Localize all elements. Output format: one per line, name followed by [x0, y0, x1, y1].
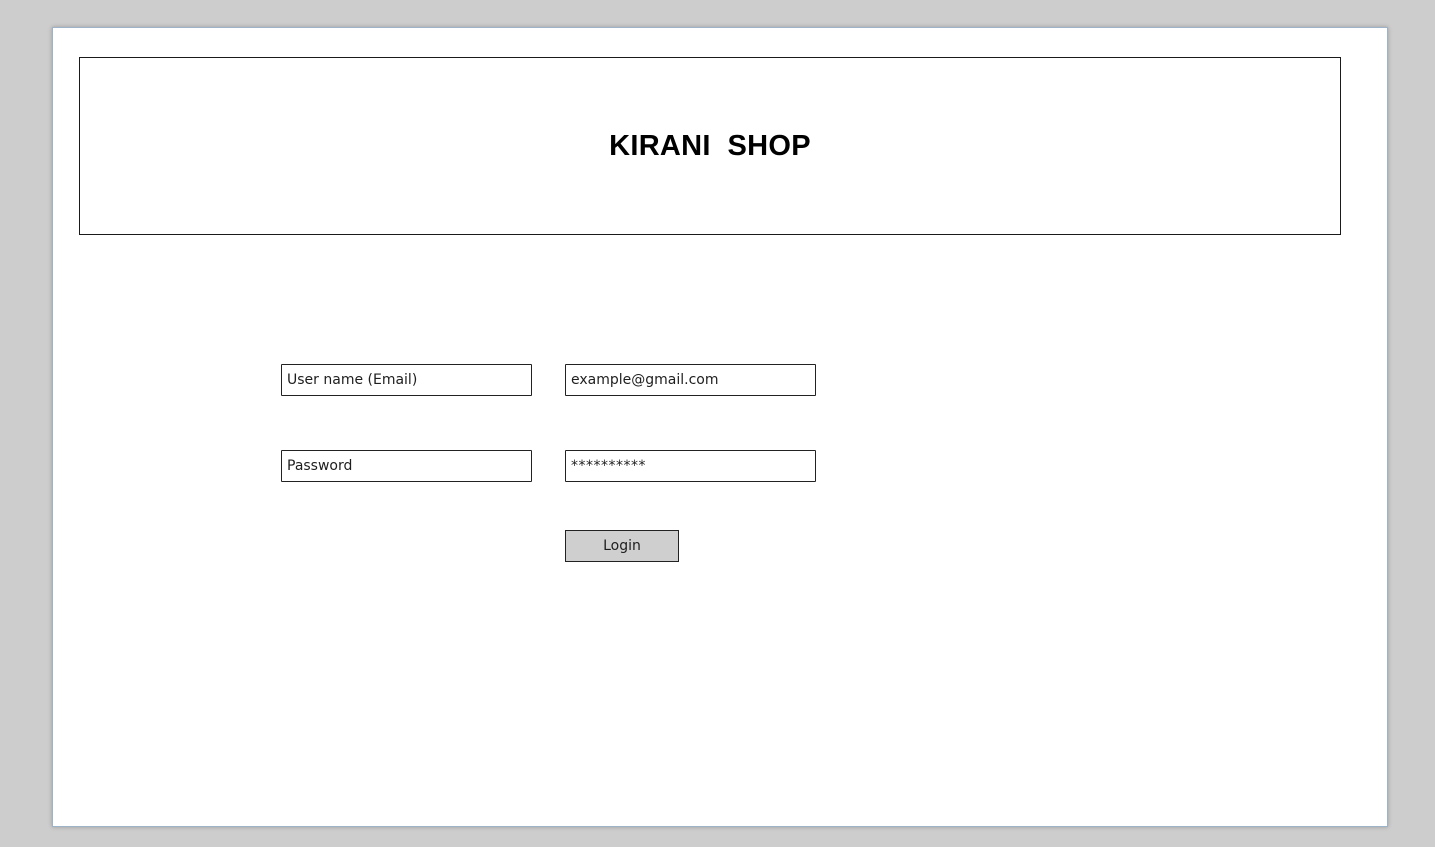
username-input[interactable]: example@gmail.com	[565, 364, 816, 396]
shop-title: KIRANI SHOP	[609, 129, 811, 162]
mockup-canvas: KIRANI SHOP User name (Email) example@gm…	[52, 27, 1388, 827]
header-banner: KIRANI SHOP	[79, 57, 1341, 235]
username-label: User name (Email)	[281, 364, 532, 396]
password-label: Password	[281, 450, 532, 482]
login-button[interactable]: Login	[565, 530, 679, 562]
password-input[interactable]: **********	[565, 450, 816, 482]
